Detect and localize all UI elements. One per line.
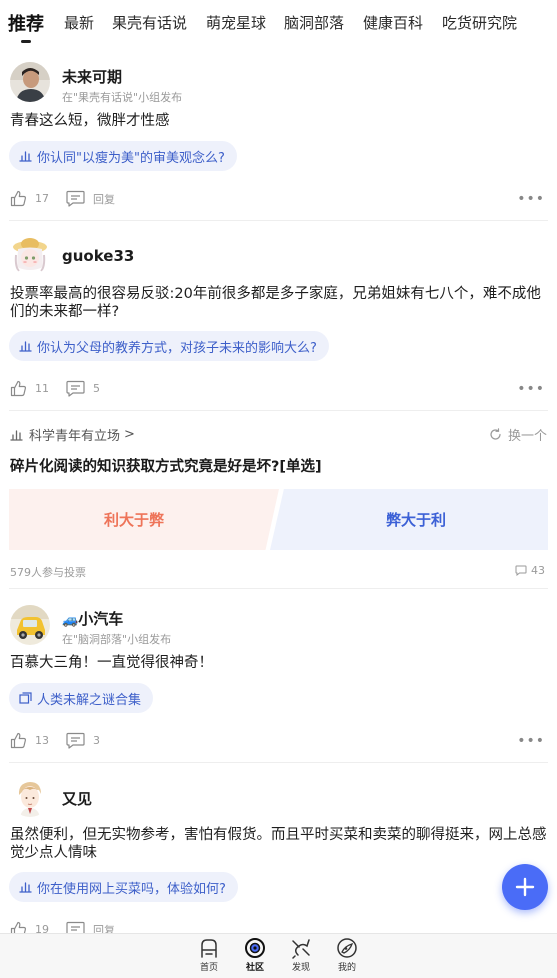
tab-pet-planet[interactable]: 萌宠星球 bbox=[206, 12, 266, 33]
more-options-icon[interactable]: ••• bbox=[517, 382, 545, 396]
tab-latest[interactable]: 最新 bbox=[64, 12, 94, 33]
author-name[interactable]: 又见 bbox=[62, 788, 92, 809]
reply-count: 5 bbox=[93, 382, 100, 395]
home-icon bbox=[201, 939, 217, 958]
nav-item-home[interactable]: 首页 bbox=[189, 937, 229, 973]
comment-icon bbox=[515, 565, 527, 576]
thumbs-up-icon bbox=[10, 190, 27, 207]
tab-health-wiki[interactable]: 健康百科 bbox=[363, 12, 423, 33]
thumbs-up-icon bbox=[10, 732, 27, 749]
topic-label: 你认同"以瘦为美"的审美观念么? bbox=[37, 150, 225, 166]
post-text: 虽然便利，但无实物参考，害怕有假货。而且平时买菜和卖菜的聊得挺来，网上总感觉少点… bbox=[10, 827, 547, 861]
profile-icon bbox=[337, 938, 357, 958]
nav-label-profile: 我的 bbox=[337, 963, 356, 973]
avatar[interactable] bbox=[10, 777, 50, 817]
topic-chip[interactable]: 你在使用网上买菜吗，体验如何? bbox=[9, 872, 238, 902]
reply-button[interactable]: 3 bbox=[66, 732, 100, 749]
nav-item-profile[interactable]: 我的 bbox=[327, 937, 367, 973]
post-actions: 13 3 ••• bbox=[10, 732, 547, 752]
poll-icon bbox=[19, 341, 32, 352]
vote-option-a[interactable]: 利大于弊 bbox=[9, 489, 279, 550]
avatar[interactable] bbox=[10, 235, 50, 275]
vote-question: 碎片化阅读的知识获取方式究竟是好是坏?[单选] bbox=[10, 459, 322, 475]
tab-foodie-institute[interactable]: 吃货研究院 bbox=[442, 12, 517, 33]
like-button[interactable]: 17 bbox=[10, 190, 49, 207]
topic-label: 你在使用网上买菜吗，体验如何? bbox=[37, 881, 226, 897]
divider bbox=[9, 220, 548, 221]
comment-icon bbox=[66, 380, 85, 397]
author-name-text: 小汽车 bbox=[78, 610, 124, 628]
topic-chip[interactable]: 人类未解之谜合集 bbox=[9, 683, 154, 713]
poll-icon bbox=[10, 429, 23, 441]
divider bbox=[9, 588, 548, 589]
vote-option-b-label: 弊大于利 bbox=[385, 511, 446, 529]
topic-label: 人类未解之谜合集 bbox=[37, 692, 142, 708]
vote-source-link[interactable]: 科学青年有立场 > bbox=[10, 425, 135, 444]
like-count: 11 bbox=[35, 382, 49, 395]
new-post-button[interactable] bbox=[502, 864, 548, 910]
topic-label: 你认为父母的教养方式，对孩子未来的影响大么? bbox=[37, 340, 317, 356]
top-tab-bar: 推荐 最新 果壳有话说 萌宠星球 脑洞部落 健康百科 吃货研究院 bbox=[0, 0, 557, 48]
nav-item-community[interactable]: 社区 bbox=[235, 937, 275, 973]
group-note: 在"脑洞部落"小组发布 bbox=[62, 633, 172, 646]
reply-count: 3 bbox=[93, 734, 100, 747]
vote-comment-count: 43 bbox=[531, 564, 545, 577]
vote-source: 科学青年有立场 bbox=[29, 429, 121, 444]
discover-icon bbox=[292, 939, 310, 959]
community-icon bbox=[245, 938, 265, 958]
author-name[interactable]: guoke33 bbox=[62, 247, 134, 265]
refresh-icon bbox=[490, 428, 501, 440]
bottom-nav-bar: 首页 社区 发现 我的 bbox=[0, 933, 557, 978]
avatar[interactable] bbox=[10, 62, 50, 102]
active-tab-indicator bbox=[21, 40, 31, 43]
nav-label-discover: 发现 bbox=[291, 963, 310, 973]
poll-icon bbox=[19, 882, 32, 893]
post-actions: 11 5 ••• bbox=[10, 380, 547, 400]
thumbs-up-icon bbox=[10, 380, 27, 397]
tab-brainstorm-tribe[interactable]: 脑洞部落 bbox=[284, 12, 344, 33]
post-text: 青春这么短，微胖才性感 bbox=[10, 113, 170, 129]
nav-label-community: 社区 bbox=[245, 963, 264, 973]
post-text: 百慕大三角！一直觉得很神奇！ bbox=[10, 655, 213, 671]
divider bbox=[9, 410, 548, 411]
author-name[interactable]: 未来可期 bbox=[62, 66, 122, 87]
tab-recommend[interactable]: 推荐 bbox=[8, 10, 44, 36]
like-count: 17 bbox=[35, 192, 49, 205]
refresh-label: 换一个 bbox=[507, 429, 547, 444]
more-options-icon[interactable]: ••• bbox=[517, 192, 545, 206]
post-actions: 17 回复 ••• bbox=[10, 190, 547, 210]
reply-button[interactable]: 回复 bbox=[66, 190, 115, 207]
vote-participants: 579人参与投票 bbox=[10, 566, 86, 579]
tab-guokr-talk[interactable]: 果壳有话说 bbox=[112, 12, 187, 33]
vote-option-a-label: 利大于弊 bbox=[103, 511, 164, 529]
avatar[interactable] bbox=[10, 605, 50, 645]
collection-icon bbox=[19, 692, 32, 704]
topic-chip[interactable]: 你认同"以瘦为美"的审美观念么? bbox=[9, 141, 237, 171]
post-text: 投票率最高的很容易反驳:20年前很多都是多子家庭，兄弟姐妹有七八个，难不成他们的… bbox=[10, 286, 541, 320]
plus-icon bbox=[515, 877, 535, 897]
refresh-vote-button[interactable]: 换一个 bbox=[489, 425, 547, 444]
nav-label-home: 首页 bbox=[199, 963, 218, 973]
comment-icon bbox=[66, 732, 85, 749]
poll-icon bbox=[19, 151, 32, 162]
more-options-icon[interactable]: ••• bbox=[517, 734, 545, 748]
reply-count: 回复 bbox=[93, 192, 115, 206]
like-count: 13 bbox=[35, 734, 49, 747]
car-icon: 🚙 bbox=[62, 613, 79, 628]
group-note: 在"果壳有话说"小组发布 bbox=[62, 91, 183, 104]
like-button[interactable]: 13 bbox=[10, 732, 49, 749]
topic-chip[interactable]: 你认为父母的教养方式，对孩子未来的影响大么? bbox=[9, 331, 329, 361]
vote-comments-button[interactable]: 43 bbox=[515, 564, 545, 577]
like-button[interactable]: 11 bbox=[10, 380, 49, 397]
chevron-right-icon: > bbox=[124, 427, 135, 442]
reply-button[interactable]: 5 bbox=[66, 380, 100, 397]
nav-item-discover[interactable]: 发现 bbox=[281, 937, 321, 973]
vote-option-b[interactable]: 弊大于利 bbox=[270, 489, 548, 550]
comment-icon bbox=[66, 190, 85, 207]
divider bbox=[9, 762, 548, 763]
author-name[interactable]: 🚙小汽车 bbox=[62, 608, 123, 629]
